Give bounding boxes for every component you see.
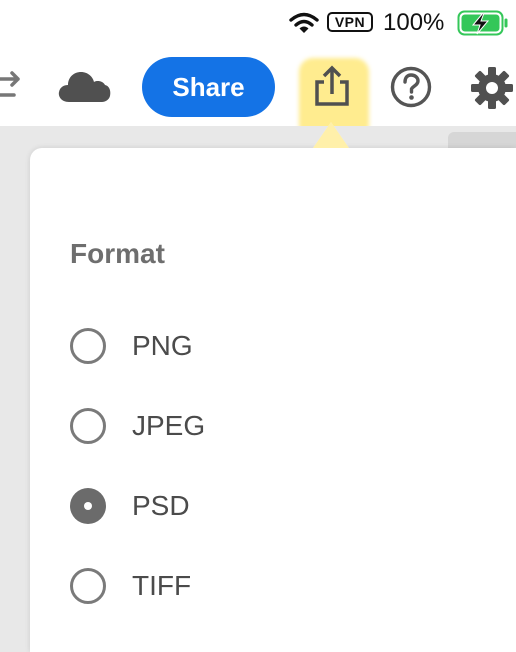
radio-button[interactable] <box>70 568 106 604</box>
export-icon[interactable] <box>311 64 353 108</box>
format-option-label: JPEG <box>132 410 206 441</box>
format-option-label: PNG <box>132 330 193 361</box>
radio-button-selected[interactable] <box>70 488 106 524</box>
swap-icon[interactable] <box>0 70 24 104</box>
vpn-badge: VPN <box>327 12 373 32</box>
format-option-label: PSD <box>132 490 190 521</box>
format-option-psd[interactable]: PSD <box>68 486 368 526</box>
battery-percentage: 100% <box>383 9 445 36</box>
format-option-label: TIFF <box>132 570 192 601</box>
toolbar: Share <box>0 44 516 148</box>
format-option-jpeg[interactable]: JPEG <box>68 406 368 446</box>
wifi-icon <box>289 12 319 33</box>
help-icon[interactable] <box>390 66 432 108</box>
format-option-png[interactable]: PNG <box>68 326 368 366</box>
popover-arrow-highlight <box>313 122 349 148</box>
status-bar: VPN 100% <box>0 0 516 44</box>
battery-charging-icon <box>457 10 508 36</box>
format-option-tiff[interactable]: TIFF <box>68 566 368 606</box>
share-button[interactable]: Share <box>142 57 275 117</box>
cloud-icon[interactable] <box>57 68 111 104</box>
radio-button[interactable] <box>70 328 106 364</box>
format-heading: Format <box>70 238 165 269</box>
gear-icon[interactable] <box>469 65 515 111</box>
radio-button[interactable] <box>70 408 106 444</box>
